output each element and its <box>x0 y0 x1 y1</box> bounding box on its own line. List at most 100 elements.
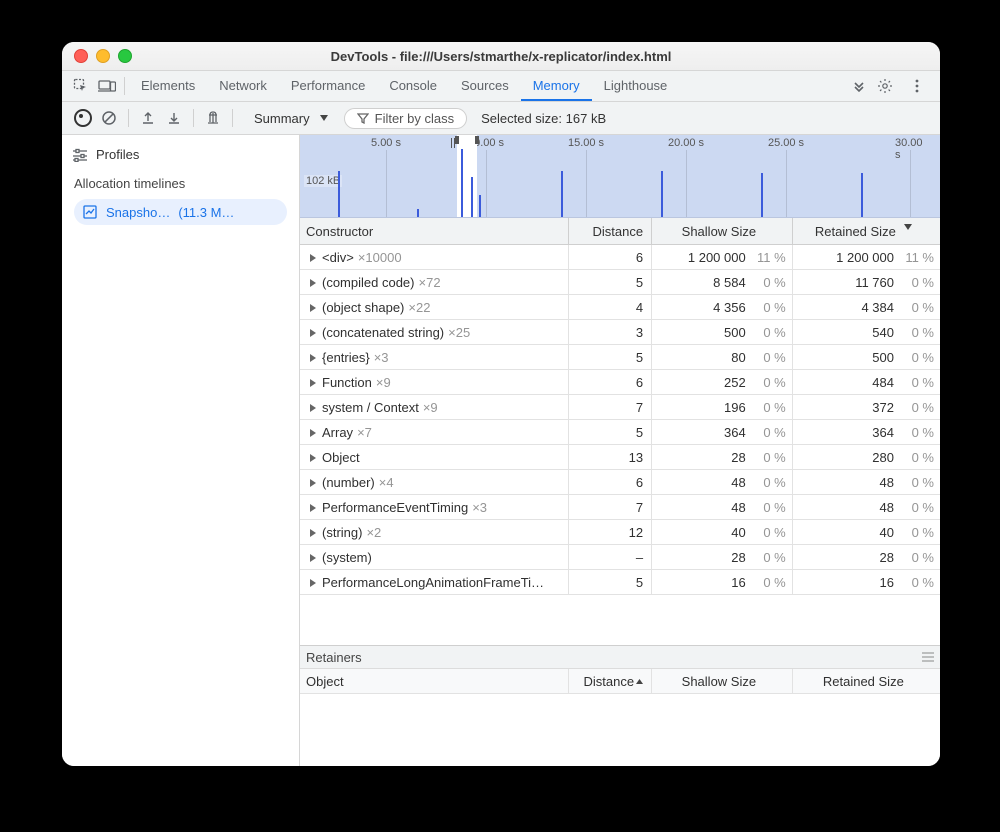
table-row[interactable]: system / Context×971960 %3720 % <box>300 395 940 420</box>
expand-icon[interactable] <box>310 529 316 537</box>
timeline-bar <box>761 173 763 217</box>
ret-col-distance[interactable]: Distance <box>569 674 651 689</box>
expand-icon[interactable] <box>310 254 316 262</box>
timeline-bar <box>479 195 481 217</box>
table-row[interactable]: (object shape)×2244 3560 %4 3840 % <box>300 295 940 320</box>
ret-col-shallow[interactable]: Shallow Size <box>652 674 792 689</box>
expand-icon[interactable] <box>310 304 316 312</box>
tab-memory[interactable]: Memory <box>521 71 592 101</box>
timeline-tick: 25.00 s <box>768 137 804 149</box>
table-row[interactable]: Object13280 %2800 % <box>300 445 940 470</box>
selected-size-label: Selected size: 167 kB <box>481 111 606 126</box>
inspect-element-icon[interactable] <box>68 71 94 101</box>
table-row[interactable]: Array×753640 %3640 % <box>300 420 940 445</box>
chevron-down-icon <box>320 115 328 121</box>
ret-col-retained[interactable]: Retained Size <box>793 674 940 689</box>
col-constructor[interactable]: Constructor <box>300 224 568 239</box>
table-row[interactable]: <div>×1000061 200 00011 %1 200 00011 % <box>300 245 940 270</box>
profiles-section[interactable]: Profiles <box>62 141 299 168</box>
titlebar: DevTools - file:///Users/stmarthe/x-repl… <box>62 42 940 71</box>
retainers-header[interactable]: Retainers <box>300 646 940 669</box>
allocation-timeline[interactable]: 102 kB 5.00 s10.00 s15.00 s20.00 s25.00 … <box>300 135 940 218</box>
table-row[interactable]: (number)×46480 %480 % <box>300 470 940 495</box>
timeline-bar <box>561 171 563 217</box>
retainers-panel: Retainers Object Distance Shallow Size R… <box>300 645 940 766</box>
expand-icon[interactable] <box>310 554 316 562</box>
tab-sources[interactable]: Sources <box>449 71 521 101</box>
table-body: <div>×1000061 200 00011 %1 200 00011 %(c… <box>300 245 940 595</box>
body: Profiles Allocation timelines Snapsho… (… <box>62 135 940 766</box>
tab-network[interactable]: Network <box>207 71 279 101</box>
table-row[interactable]: (concatenated string)×2535000 %5400 % <box>300 320 940 345</box>
separator <box>124 77 125 95</box>
col-retained[interactable]: Retained Size <box>793 224 940 239</box>
expand-icon[interactable] <box>310 354 316 362</box>
retainers-title: Retainers <box>306 650 362 665</box>
tab-console[interactable]: Console <box>377 71 449 101</box>
table-row[interactable]: (compiled code)×7258 5840 %11 7600 % <box>300 270 940 295</box>
retainers-columns: Object Distance Shallow Size Retained Si… <box>300 669 940 694</box>
settings-gear-icon[interactable] <box>872 78 898 94</box>
timeline-bar <box>661 171 663 217</box>
view-dropdown[interactable]: Summary <box>242 109 336 128</box>
timeline-kb-label: 102 kB <box>304 175 342 187</box>
sort-desc-icon <box>904 224 912 230</box>
expand-icon[interactable] <box>310 504 316 512</box>
device-toolbar-icon[interactable] <box>94 71 120 101</box>
memory-toolbar: Summary Filter by class Selected size: 1… <box>62 102 940 135</box>
export-icon[interactable] <box>135 111 161 125</box>
timeline-bar <box>417 209 419 217</box>
expand-icon[interactable] <box>310 379 316 387</box>
sort-asc-icon <box>636 679 643 684</box>
collect-garbage-icon[interactable] <box>200 111 226 126</box>
table-header: Constructor Distance Shallow Size Retain… <box>300 218 940 245</box>
timeline-tick: 15.00 s <box>568 137 604 149</box>
class-filter[interactable]: Filter by class <box>344 108 467 129</box>
snapshot-size: (11.3 M… <box>178 205 234 220</box>
timeline-bar <box>471 177 473 217</box>
table-row[interactable]: PerformanceLongAnimationFrameTi…5160 %16… <box>300 570 940 595</box>
clear-button[interactable] <box>96 110 122 126</box>
filter-icon <box>357 112 369 124</box>
expand-icon[interactable] <box>310 429 316 437</box>
devtools-window: DevTools - file:///Users/stmarthe/x-repl… <box>62 42 940 766</box>
alloc-timelines-heading: Allocation timelines <box>62 168 299 195</box>
col-shallow[interactable]: Shallow Size <box>652 224 792 239</box>
timeline-tick: 5.00 s <box>371 137 401 149</box>
panel-tabbar: ElementsNetworkPerformanceConsoleSources… <box>62 71 940 102</box>
class-filter-label: Filter by class <box>375 111 454 126</box>
tab-elements[interactable]: Elements <box>129 71 207 101</box>
snapshot-name: Snapsho… <box>106 205 170 220</box>
timeline-tick: 20.00 s <box>668 137 704 149</box>
record-button[interactable] <box>70 109 96 127</box>
window-title: DevTools - file:///Users/stmarthe/x-repl… <box>62 49 940 64</box>
sliders-icon <box>72 148 88 162</box>
expand-icon[interactable] <box>310 579 316 587</box>
sidebar: Profiles Allocation timelines Snapsho… (… <box>62 135 300 766</box>
table-row[interactable]: Function×962520 %4840 % <box>300 370 940 395</box>
more-tabs-icon[interactable] <box>846 71 872 101</box>
expand-icon[interactable] <box>310 404 316 412</box>
tab-lighthouse[interactable]: Lighthouse <box>592 71 680 101</box>
timeline-bar <box>861 173 863 217</box>
profiles-label: Profiles <box>96 147 139 162</box>
table-row[interactable]: (system)–280 %280 % <box>300 545 940 570</box>
expand-icon[interactable] <box>310 329 316 337</box>
table-row[interactable]: {entries}×35800 %5000 % <box>300 345 940 370</box>
table-row[interactable]: (string)×212400 %400 % <box>300 520 940 545</box>
menu-lines-icon[interactable] <box>922 652 934 662</box>
timeline-bar <box>461 149 463 217</box>
expand-icon[interactable] <box>310 454 316 462</box>
ret-col-object[interactable]: Object <box>300 674 568 689</box>
view-dropdown-label: Summary <box>254 111 310 126</box>
timeline-selection[interactable] <box>457 135 477 217</box>
kebab-menu-icon[interactable] <box>904 79 930 93</box>
expand-icon[interactable] <box>310 479 316 487</box>
expand-icon[interactable] <box>310 279 316 287</box>
tab-performance[interactable]: Performance <box>279 71 377 101</box>
panel-tabs: ElementsNetworkPerformanceConsoleSources… <box>129 71 846 101</box>
snapshot-item[interactable]: Snapsho… (11.3 M… <box>74 199 287 225</box>
table-row[interactable]: PerformanceEventTiming×37480 %480 % <box>300 495 940 520</box>
import-icon[interactable] <box>161 111 187 125</box>
col-distance[interactable]: Distance <box>569 224 651 239</box>
